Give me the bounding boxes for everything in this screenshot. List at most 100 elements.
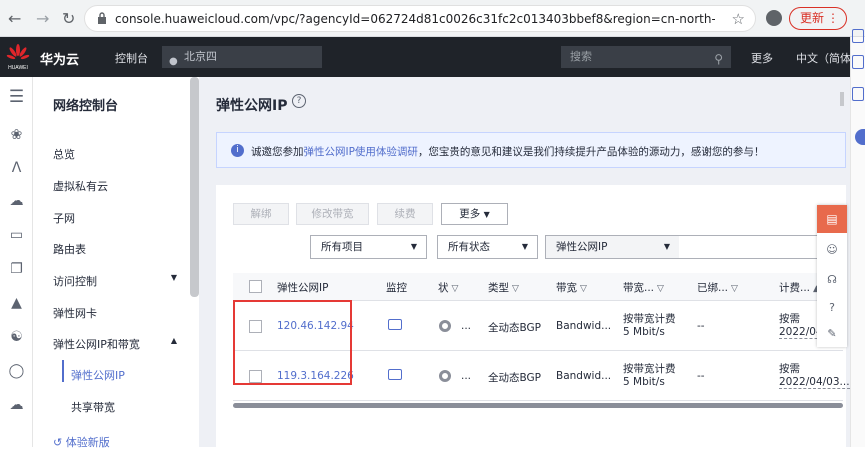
renew-button[interactable]: 续费 <box>377 203 433 225</box>
main-content: 弹性公网IP ? i 诚邀您参加弹性公网IP使用体验调研，您宝贵的意见和建议是我… <box>199 77 850 447</box>
col-type-label: 类型 <box>488 282 509 294</box>
col-eip[interactable]: 弹性公网IP <box>277 280 328 295</box>
sidebar: 网络控制台 总览 虚拟私有云 子网 路由表 访问控制 ▼ 弹性网卡 弹性公网IP和… <box>33 77 188 450</box>
storage-icon[interactable]: ▭ <box>8 227 25 244</box>
notice-text: 诚邀您参加弹性公网IP使用体验调研，您宝贵的意见和建议是我们持续提升产品体验的源… <box>251 144 764 159</box>
network-icon[interactable]: Λ <box>8 160 25 177</box>
region-selector[interactable]: ● 北京四 <box>162 46 322 68</box>
switch-icon: ↺ <box>53 436 66 449</box>
col-bound[interactable]: 已绑... ▽ <box>697 280 738 295</box>
update-button[interactable]: 更新 ⋮ <box>789 7 847 30</box>
monitor-icon[interactable] <box>388 369 402 380</box>
filter-icon[interactable]: ▽ <box>512 284 519 294</box>
language-selector[interactable]: 中文（简体 <box>796 50 851 66</box>
profile-icon[interactable] <box>766 10 782 26</box>
col-status[interactable]: 状 ▽ <box>438 280 458 295</box>
edit-icon[interactable]: ✎ <box>825 327 839 341</box>
sidebar-item-eni[interactable]: 弹性网卡 <box>53 305 183 321</box>
col-monitor: 监控 <box>386 282 407 294</box>
status-select[interactable]: 所有状态 ▼ <box>437 235 538 259</box>
table-horizontal-scrollbar[interactable] <box>233 403 843 408</box>
sidebar-subitem-eip[interactable]: 弹性公网IP <box>71 367 125 383</box>
address-bar[interactable]: console.huaweicloud.com/vpc/?agencyId=06… <box>84 5 756 32</box>
new-version-label: 体验新版 <box>65 436 110 449</box>
help-icon[interactable]: ? <box>292 94 306 108</box>
sidebar-item-subnet[interactable]: 子网 <box>53 210 183 226</box>
filter-icon[interactable]: ▽ <box>731 284 738 294</box>
sidebar-item-route-table[interactable]: 路由表 <box>53 241 183 257</box>
sidebar-item-eip-bandwidth[interactable]: 弹性公网IP和带宽 ▲ <box>53 336 183 352</box>
menu-icon[interactable]: ☰ <box>8 89 25 106</box>
extension-icon[interactable] <box>852 55 864 69</box>
unbind-button[interactable]: 解绑 <box>233 203 289 225</box>
extension-icon[interactable] <box>852 29 864 43</box>
globe-icon[interactable]: ☯ <box>8 329 25 346</box>
new-version-link[interactable]: ↺ 体验新版 <box>53 434 110 450</box>
forward-icon[interactable]: → <box>36 9 49 28</box>
browser-extension-gutter <box>850 29 865 447</box>
eip-type: 全动态BGP <box>488 322 541 334</box>
billing-mode: 按带宽计费 <box>623 363 676 375</box>
bandwidth-name[interactable]: Bandwid... <box>556 370 611 382</box>
ip-icon[interactable]: ◯ <box>8 363 25 380</box>
bound-resource: -- <box>697 320 705 332</box>
filter-field-value: 弹性公网IP <box>556 241 608 253</box>
collapse-handle[interactable] <box>840 92 844 106</box>
sidebar-item-vpc[interactable]: 虚拟私有云 <box>53 178 183 194</box>
console-link[interactable]: 控制台 <box>115 50 148 66</box>
huawei-logo[interactable]: HUAWEI <box>6 43 30 71</box>
lock-icon <box>98 12 106 24</box>
brand-name[interactable]: 华为云 <box>40 49 79 68</box>
pay-mode: 按需 <box>779 313 800 325</box>
bandwidth-name[interactable]: Bandwid... <box>556 320 611 332</box>
back-icon[interactable]: ← <box>8 9 21 28</box>
extension-icon[interactable] <box>855 129 865 145</box>
more-menu[interactable]: 更多 <box>751 50 773 66</box>
survey-link[interactable]: 弹性公网IP使用体验调研 <box>304 146 418 158</box>
sidebar-subitem-shared-bandwidth[interactable]: 共享带宽 <box>71 399 115 415</box>
cluster-icon[interactable]: ❀ <box>8 127 25 144</box>
smile-icon[interactable]: ☺ <box>825 243 839 257</box>
more-button[interactable]: 更多 ▼ <box>441 203 508 225</box>
cloud-sync-icon[interactable]: ☁ <box>8 397 25 414</box>
select-all-checkbox[interactable] <box>249 280 262 293</box>
filter-icon[interactable]: ▽ <box>580 284 587 294</box>
sail-icon[interactable]: ▲ <box>8 295 25 312</box>
project-select[interactable]: 所有项目 ▼ <box>310 235 427 259</box>
col-bandwidth-detail[interactable]: 带宽... ▽ <box>623 280 664 295</box>
region-label: 北京四 <box>184 50 217 63</box>
location-icon: ● <box>169 56 178 67</box>
feedback-icon[interactable]: ▤ <box>817 205 847 233</box>
chevron-up-icon: ▲ <box>170 336 177 345</box>
col-type[interactable]: 类型 ▽ <box>488 280 519 295</box>
highlight-box <box>233 300 352 385</box>
search-placeholder: 搜索 <box>570 50 592 63</box>
search-icon[interactable]: ⚲ <box>714 48 723 70</box>
filter-field-select[interactable]: 弹性公网IP ▼ <box>545 235 680 259</box>
question-icon[interactable]: ? <box>825 301 839 315</box>
monitor-icon[interactable] <box>388 319 402 330</box>
sidebar-scrollbar[interactable] <box>190 77 199 297</box>
filter-icon[interactable]: ▽ <box>452 284 459 294</box>
col-bandwidth[interactable]: 带宽 ▽ <box>556 280 587 295</box>
col-billing[interactable]: 计费...▲ <box>779 280 820 295</box>
copy-icon[interactable]: ❐ <box>8 261 25 278</box>
headset-icon[interactable]: ☊ <box>825 273 839 287</box>
status-value: 所有状态 <box>448 241 490 253</box>
modify-bandwidth-button[interactable]: 修改带宽 <box>296 203 369 225</box>
extension-icon[interactable] <box>852 87 864 101</box>
star-icon[interactable]: ☆ <box>732 10 745 28</box>
sidebar-item-access-control[interactable]: 访问控制 ▼ <box>53 273 183 289</box>
sidebar-item-overview[interactable]: 总览 <box>53 146 183 162</box>
notice-prefix: 诚邀您参加 <box>251 146 304 158</box>
search-input[interactable]: 搜索 ⚲ <box>561 46 731 68</box>
caret-down-icon: ▼ <box>483 210 490 219</box>
floating-toolbar: ▤ ☺ ☊ ? ✎ <box>817 205 847 347</box>
survey-notice: i 诚邀您参加弹性公网IP使用体验调研，您宝贵的意见和建议是我们持续提升产品体验… <box>216 132 846 168</box>
status-more: ... <box>461 370 472 382</box>
bandwidth-speed: 5 Mbit/s <box>623 376 665 388</box>
cloud-icon[interactable]: ☁ <box>8 193 25 210</box>
reload-icon[interactable]: ↻ <box>62 9 75 28</box>
filter-icon[interactable]: ▽ <box>657 284 664 294</box>
col-bandwidth-detail-label: 带宽... <box>623 282 655 294</box>
